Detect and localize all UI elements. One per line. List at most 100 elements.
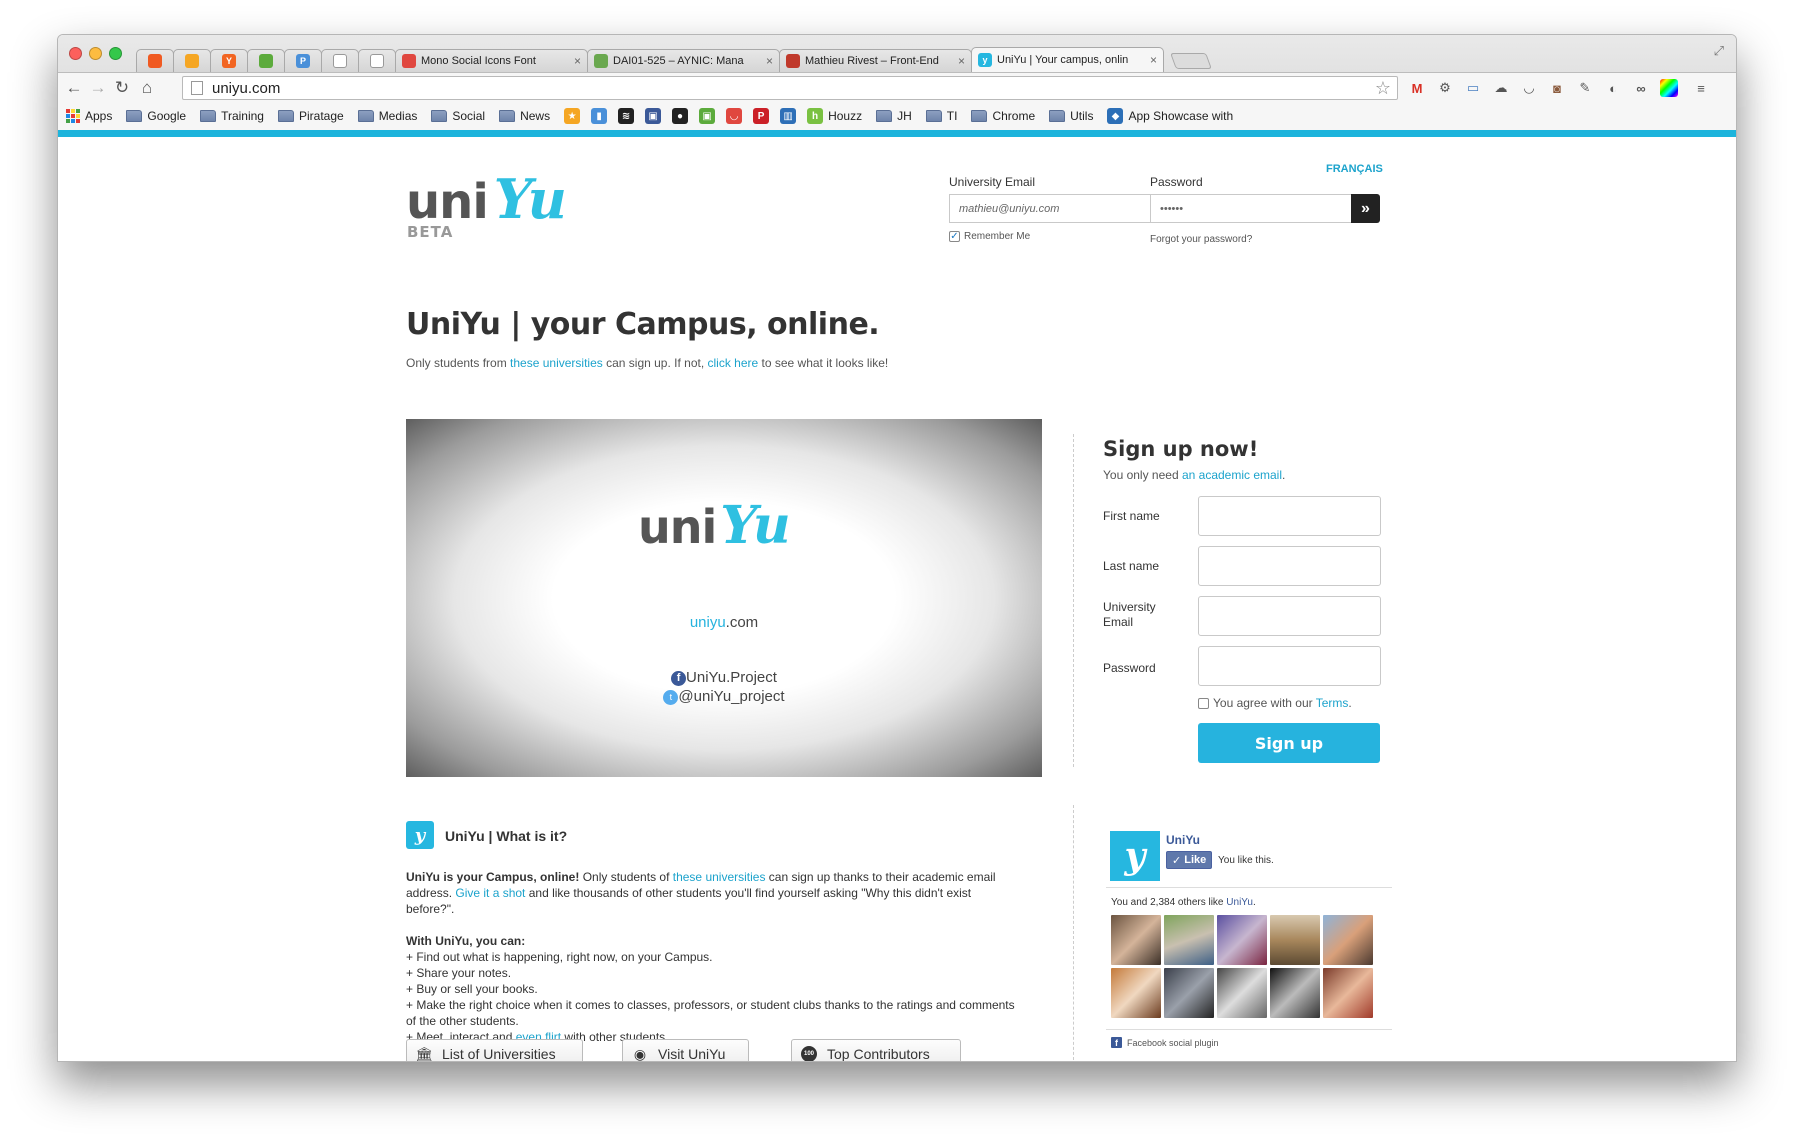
password-input[interactable] bbox=[1198, 646, 1381, 686]
bookmark-houzz[interactable]: h Houzz bbox=[807, 108, 862, 124]
facebook-page-name[interactable]: UniYu bbox=[1166, 833, 1200, 847]
bookmark-folder[interactable]: Google bbox=[126, 109, 186, 123]
remember-me[interactable]: ✓ Remember Me bbox=[949, 231, 1030, 242]
give-it-a-shot-link[interactable]: Give it a shot bbox=[455, 886, 525, 900]
terms-link[interactable]: Terms bbox=[1316, 696, 1349, 710]
terms-agreement[interactable]: ✓ You agree with our Terms. bbox=[1198, 696, 1352, 710]
tab-pinned[interactable]: P bbox=[284, 49, 322, 72]
facebook-fan-avatar[interactable] bbox=[1111, 915, 1161, 965]
login-password-input[interactable]: •••••• bbox=[1150, 194, 1352, 223]
apps-shortcut[interactable]: Apps bbox=[66, 109, 112, 123]
tab-close-icon[interactable]: × bbox=[766, 54, 773, 68]
evernote-icon[interactable]: ✎ bbox=[1576, 79, 1594, 97]
tab[interactable]: Mono Social Icons Font × bbox=[395, 49, 588, 72]
pocket-bookmark-icon[interactable]: ◡ bbox=[726, 108, 743, 124]
remember-me-checkbox[interactable]: ✓ bbox=[949, 231, 960, 242]
terms-checkbox[interactable]: ✓ bbox=[1198, 698, 1209, 710]
starred-bookmark-icon[interactable]: ★ bbox=[564, 108, 581, 124]
gmail-icon[interactable]: M bbox=[1408, 79, 1426, 97]
facebook-fan-avatar[interactable] bbox=[1217, 968, 1267, 1018]
list-of-universities-button[interactable]: 🏛 List of Universities bbox=[406, 1039, 583, 1061]
academic-email-link[interactable]: an academic email bbox=[1182, 468, 1282, 482]
instagram-icon[interactable]: ◙ bbox=[1548, 79, 1566, 97]
tab[interactable]: DAI01-525 – AYNIC: Mana × bbox=[587, 49, 780, 72]
bookmark-folder[interactable]: Chrome bbox=[971, 109, 1035, 123]
tab-pinned[interactable] bbox=[321, 49, 359, 72]
intro-video[interactable]: uni Yu uniyu.com f UniYu.Project t @uniYu_… bbox=[406, 419, 1042, 777]
bookmark-folder[interactable]: News bbox=[499, 109, 550, 123]
bookmark-icon[interactable]: ▣ bbox=[699, 108, 716, 124]
zoom-window-button[interactable] bbox=[109, 47, 122, 60]
home-button[interactable]: ⌂ bbox=[137, 78, 157, 98]
forgot-password-link[interactable]: Forgot your password? bbox=[1150, 234, 1252, 245]
trello-icon[interactable]: ▥ bbox=[780, 108, 797, 124]
extension-cloud-icon[interactable]: ☁ bbox=[1492, 79, 1510, 97]
facebook-fan-avatar[interactable] bbox=[1270, 968, 1320, 1018]
site-logo[interactable]: uni Yu BETA bbox=[406, 167, 567, 241]
back-button[interactable]: ← bbox=[64, 78, 84, 98]
pinterest-icon[interactable]: P bbox=[753, 108, 770, 124]
facebook-page-logo[interactable]: y bbox=[1110, 831, 1160, 881]
bookmark-icon[interactable]: ▮ bbox=[591, 108, 608, 124]
facebook-like-button[interactable]: ✓ Like bbox=[1166, 851, 1213, 869]
tab-close-icon[interactable]: × bbox=[958, 54, 965, 68]
reload-button[interactable]: ↻ bbox=[112, 78, 132, 98]
last-name-input[interactable] bbox=[1198, 546, 1381, 586]
top-contributors-button[interactable]: 100 Top Contributors bbox=[791, 1039, 961, 1061]
language-link[interactable]: FRANÇAIS bbox=[1326, 163, 1383, 175]
bookmark-folder[interactable]: Social bbox=[431, 109, 485, 123]
facebook-page-link[interactable]: UniYu bbox=[1226, 897, 1253, 908]
first-name-input[interactable] bbox=[1198, 496, 1381, 536]
facebook-social-plugin[interactable]: f Facebook social plugin bbox=[1111, 1037, 1219, 1048]
fullscreen-icon[interactable]: ⤢ bbox=[1714, 43, 1724, 59]
bookmark-folder[interactable]: Piratage bbox=[277, 109, 344, 123]
tab-close-icon[interactable]: × bbox=[574, 54, 581, 68]
login-submit-button[interactable]: » bbox=[1351, 194, 1380, 223]
pocket-icon[interactable]: ◡ bbox=[1520, 79, 1538, 97]
facebook-fan-avatar[interactable] bbox=[1111, 968, 1161, 1018]
about-universities-link[interactable]: these universities bbox=[673, 870, 766, 884]
bookmark-app-showcase[interactable]: ◆ App Showcase with bbox=[1107, 108, 1233, 124]
bookmark-folder[interactable]: Medias bbox=[357, 109, 417, 123]
github-icon[interactable]: ● bbox=[672, 108, 689, 124]
tab-active[interactable]: y UniYu | Your campus, onlin × bbox=[971, 47, 1164, 72]
address-bar[interactable]: uniyu.com ☆ bbox=[182, 76, 1398, 100]
facebook-fan-avatar[interactable] bbox=[1164, 915, 1214, 965]
tab-pinned[interactable] bbox=[358, 49, 396, 72]
visit-uniyu-button[interactable]: ◉ Visit UniYu bbox=[622, 1039, 749, 1061]
extension-screen-icon[interactable]: ▭ bbox=[1464, 79, 1482, 97]
bookmark-folder[interactable]: TI bbox=[925, 109, 957, 123]
extension-circle-icon[interactable]: ◐ bbox=[1604, 79, 1622, 97]
login-email-input[interactable]: mathieu@uniyu.com bbox=[949, 194, 1151, 223]
signup-button[interactable]: Sign up bbox=[1198, 723, 1380, 763]
facebook-fan-avatar[interactable] bbox=[1164, 968, 1214, 1018]
bookmark-icon[interactable]: ▣ bbox=[645, 108, 662, 124]
tab-pinned[interactable] bbox=[247, 49, 285, 72]
bookmark-folder[interactable]: JH bbox=[876, 109, 912, 123]
tab-pinned[interactable]: Y bbox=[210, 49, 248, 72]
bookmark-folder[interactable]: Utils bbox=[1049, 109, 1093, 123]
glasses-icon[interactable]: ∞ bbox=[1632, 79, 1650, 97]
tab-pinned[interactable] bbox=[136, 49, 174, 72]
close-window-button[interactable] bbox=[69, 47, 82, 60]
facebook-fan-avatar[interactable] bbox=[1323, 968, 1373, 1018]
minimize-window-button[interactable] bbox=[89, 47, 102, 60]
layers-bookmark-icon[interactable]: ≋ bbox=[618, 108, 635, 124]
url-text[interactable]: uniyu.com bbox=[212, 80, 280, 97]
settings-gear-icon[interactable]: ⚙ bbox=[1436, 79, 1454, 97]
universities-link[interactable]: these universities bbox=[510, 356, 603, 370]
bookmark-star-icon[interactable]: ☆ bbox=[1375, 78, 1391, 99]
bookmark-folder[interactable]: Training bbox=[200, 109, 264, 123]
facebook-fan-avatar[interactable] bbox=[1323, 915, 1373, 965]
tab[interactable]: Mathieu Rivest – Front-End × bbox=[779, 49, 972, 72]
new-tab-button[interactable] bbox=[1170, 53, 1212, 69]
tab-close-icon[interactable]: × bbox=[1150, 53, 1157, 67]
forward-button[interactable]: → bbox=[88, 78, 108, 98]
menu-icon[interactable]: ≡ bbox=[1692, 79, 1710, 97]
facebook-fan-avatar[interactable] bbox=[1217, 915, 1267, 965]
color-picker-icon[interactable] bbox=[1660, 79, 1678, 97]
click-here-link[interactable]: click here bbox=[708, 356, 759, 370]
facebook-fan-avatar[interactable] bbox=[1270, 915, 1320, 965]
university-email-input[interactable] bbox=[1198, 596, 1381, 636]
tab-pinned[interactable] bbox=[173, 49, 211, 72]
